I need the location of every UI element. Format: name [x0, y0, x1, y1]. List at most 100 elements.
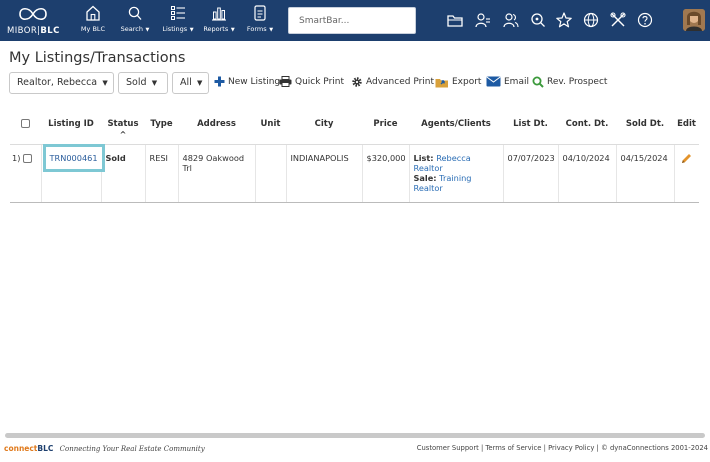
folder-icon[interactable]	[446, 11, 464, 29]
list-date-cell: 07/07/2023	[502, 144, 558, 203]
column-header-cont-date[interactable]: Cont. Dt.	[558, 108, 616, 145]
nav-forms-label: Forms	[246, 25, 267, 33]
column-header-unit[interactable]: Unit	[255, 108, 286, 145]
smartbar-search-input[interactable]	[288, 7, 416, 34]
agents-clients-cell: List: Rebecca Realtor Sale: Training Rea…	[408, 144, 503, 203]
nav-my-blc[interactable]: My BLC	[76, 4, 110, 38]
select-all-checkbox[interactable]	[21, 119, 30, 128]
nav-forms[interactable]: Forms ▼	[244, 4, 276, 38]
export-folder-icon	[435, 79, 448, 88]
sold-date-cell: 04/15/2024	[615, 144, 674, 203]
rev-prospect-label: Rev. Prospect	[547, 77, 608, 87]
column-header-status[interactable]: Status ^	[101, 108, 145, 145]
column-header-edit: Edit	[674, 108, 699, 145]
mibor-blc-logo[interactable]: MIBOR|BLC	[7, 4, 59, 38]
column-header-address[interactable]: Address	[178, 108, 255, 145]
address-cell: 4829 Oakwood Trl	[177, 144, 255, 203]
advanced-print-button[interactable]: Advanced Print	[351, 76, 434, 88]
nav-listings-label: Listings	[162, 25, 188, 33]
star-icon[interactable]	[555, 11, 573, 29]
chevron-down-icon: ▼	[194, 79, 203, 87]
brand-connect-text: connect	[4, 444, 38, 453]
export-label: Export	[452, 77, 482, 87]
row-index: 1)	[12, 152, 21, 163]
top-nav-bar: MIBOR|BLC My BLC Search ▼ Listings ▼ Rep…	[0, 0, 710, 41]
copyright-text: © dynaConnections 2001-2024	[601, 444, 708, 452]
privacy-policy-link[interactable]: Privacy Policy	[548, 444, 594, 452]
column-header-status-label: Status	[107, 119, 139, 129]
unit-cell	[254, 144, 286, 203]
new-listing-label: New Listing	[228, 76, 281, 87]
chevron-down-icon: ▼	[188, 27, 194, 33]
column-header-agents-clients[interactable]: Agents/Clients	[409, 108, 503, 145]
list-agent-label: List:	[413, 152, 434, 163]
user-avatar[interactable]	[683, 9, 705, 31]
type-select-value: All	[180, 77, 192, 88]
nav-search-label: Search	[120, 25, 143, 33]
page-title: My Listings/Transactions	[9, 50, 186, 66]
email-button[interactable]: Email	[486, 76, 529, 87]
globe-icon[interactable]	[582, 11, 600, 29]
status-select[interactable]: Sold ▼	[118, 72, 168, 94]
agent-select-value: Realtor, Rebecca	[17, 77, 98, 88]
listings-table: Listing ID Status ^ Type Address Unit Cit…	[10, 108, 699, 203]
chevron-down-icon: ▼	[149, 79, 158, 87]
column-header-listing-id[interactable]: Listing ID	[41, 108, 101, 145]
brand-blc-text: BLC	[37, 444, 54, 453]
type-select[interactable]: All ▼	[172, 72, 209, 94]
chevron-down-icon: ▼	[100, 79, 108, 87]
contacts-icon[interactable]	[474, 11, 492, 29]
quick-print-button[interactable]: Quick Print	[279, 76, 344, 87]
listings-toolbar: Realtor, Rebecca ▼ Sold ▼ All ▼ New List…	[9, 72, 699, 94]
customer-support-link[interactable]: Customer Support	[417, 444, 479, 452]
terms-of-service-link[interactable]: Terms of Service	[485, 444, 541, 452]
chevron-down-icon: ▼	[229, 27, 235, 33]
status-value: Sold	[105, 152, 126, 163]
nav-listings[interactable]: Listings ▼	[158, 4, 198, 38]
gear-icon	[352, 77, 362, 87]
email-label: Email	[504, 76, 529, 87]
edit-cell	[673, 144, 699, 203]
infinity-logo-icon	[19, 7, 47, 21]
new-listing-button[interactable]: New Listing	[214, 76, 280, 87]
sort-ascending-icon: ^	[119, 130, 127, 139]
column-header-list-date[interactable]: List Dt.	[503, 108, 558, 145]
home-icon	[86, 5, 100, 21]
column-header-sold-date[interactable]: Sold Dt.	[616, 108, 674, 145]
rev-prospect-button[interactable]: Rev. Prospect	[532, 76, 607, 88]
nav-reports-label: Reports	[203, 25, 229, 33]
listing-id-link[interactable]: TRN000461	[42, 143, 105, 172]
list-icon	[171, 6, 185, 20]
help-icon[interactable]	[636, 11, 654, 29]
chevron-down-icon: ▼	[143, 27, 150, 33]
envelope-icon	[486, 76, 501, 87]
quick-print-label: Quick Print	[295, 76, 345, 87]
select-all-cell	[10, 108, 41, 145]
pencil-edit-icon[interactable]	[681, 153, 692, 164]
saved-search-icon[interactable]	[529, 11, 547, 29]
bar-chart-icon	[212, 7, 226, 21]
column-header-type[interactable]: Type	[145, 108, 178, 145]
nav-reports[interactable]: Reports ▼	[200, 4, 238, 38]
logo-text: MIBOR|BLC	[7, 26, 60, 36]
column-header-price[interactable]: Price	[362, 108, 409, 145]
column-header-city[interactable]: City	[286, 108, 362, 145]
avatar-image	[683, 9, 705, 31]
agent-select[interactable]: Realtor, Rebecca ▼	[9, 72, 114, 94]
row-select-cell: 1)	[10, 144, 41, 203]
export-button[interactable]: Export	[435, 76, 481, 88]
city-cell: INDIANAPOLIS	[285, 144, 362, 203]
nav-my-blc-label: My BLC	[80, 25, 106, 33]
horizontal-scrollbar[interactable]	[5, 433, 705, 438]
footer-tagline: Connecting Your Real Estate Community	[59, 445, 205, 453]
table-row: 1) TRN000461 Sold RESI 4829 Oakwood Trl …	[10, 143, 699, 203]
row-checkbox[interactable]	[23, 153, 33, 163]
status-select-value: Sold	[126, 77, 147, 88]
price-cell: $320,000	[361, 144, 409, 203]
nav-search[interactable]: Search ▼	[116, 4, 154, 38]
tools-icon[interactable]	[609, 11, 627, 29]
users-icon[interactable]	[502, 11, 520, 29]
advanced-print-label: Advanced Print	[366, 77, 435, 87]
chevron-down-icon: ▼	[267, 27, 274, 33]
sale-agent-label: Sale:	[413, 172, 437, 183]
